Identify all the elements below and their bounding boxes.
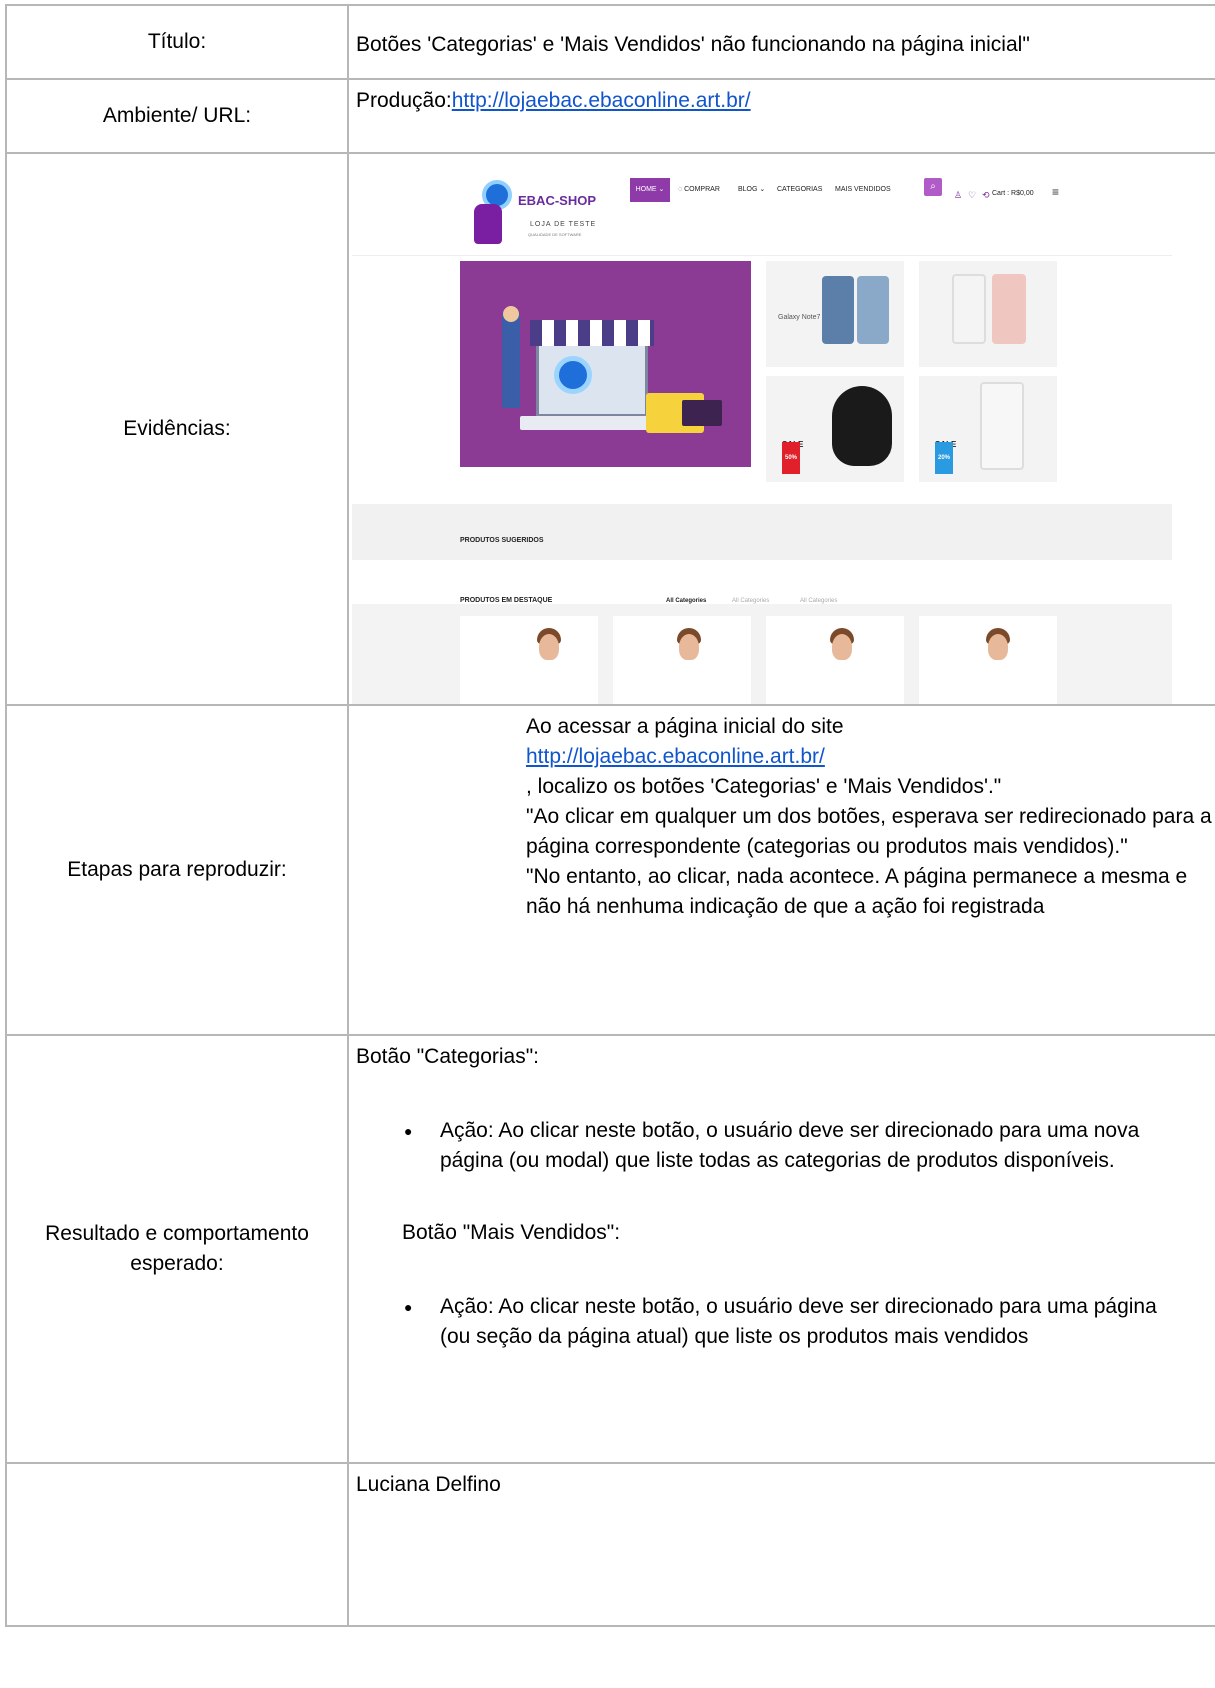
steps-label: Etapas para reproduzir: [5, 704, 349, 1036]
author-label [5, 1462, 349, 1627]
title-value[interactable]: Botões 'Categorias' e 'Mais Vendidos' nã… [347, 4, 1215, 80]
product-card [919, 616, 1057, 704]
result-label: Resultado e comportamento esperado: [5, 1034, 349, 1464]
model-face [539, 634, 559, 660]
model-face [988, 634, 1008, 660]
author-value[interactable]: Luciana Delfino [347, 1462, 1215, 1627]
sale-badge: 50% [782, 442, 801, 474]
user-icon: ♙ [954, 190, 963, 200]
environment-label: Ambiente/ URL: [5, 78, 349, 154]
row-environment: Ambiente/ URL: Produção:http://lojaebac.… [5, 78, 1215, 154]
hand-icon [474, 204, 502, 244]
result-bullet: Ação: Ao clicar neste botão, o usuário d… [404, 1292, 1215, 1352]
search-icon: ⌕ [924, 178, 942, 196]
bug-report-document: Título: Botões 'Categorias' e 'Mais Vend… [0, 0, 1215, 1688]
nav-comprar: ◌ COMPRAR [678, 186, 720, 193]
steps-url-link[interactable]: http://lojaebac.ebaconline.art.br/ [526, 745, 825, 768]
credit-card-icon [682, 400, 722, 426]
evidence-cell: EBAC-SHOP LOJA DE TESTE QUALIDADE DE SOF… [347, 152, 1215, 706]
evidence-label: Evidências: [5, 152, 349, 706]
cart-summary: Cart : R$0,00 [992, 190, 1034, 197]
row-evidence: Evidências: EBAC-SHOP LOJA DE TESTE QUAL… [5, 152, 1215, 706]
galaxy-label: Galaxy Note7 [778, 314, 821, 321]
bug-report-table: Título: Botões 'Categorias' e 'Mais Vend… [5, 4, 1215, 1627]
row-title: Título: Botões 'Categorias' e 'Mais Vend… [5, 4, 1215, 80]
sale-badge: 20% [935, 442, 954, 474]
steps-line: "No entanto, ao clicar, nada acontece. A… [526, 865, 1188, 918]
store-logo-icon [554, 356, 592, 394]
model-face [832, 634, 852, 660]
laptop-illustration [536, 343, 648, 417]
suggested-heading: PRODUTOS SUGERIDOS [460, 537, 544, 544]
result-list: Ação: Ao clicar neste botão, o usuário d… [356, 1292, 1215, 1352]
shop-tagline-small: QUALIDADE DE SOFTWARE [528, 232, 582, 237]
phone-image [822, 276, 854, 344]
result-value[interactable]: Botão "Categorias": Ação: Ao clicar nest… [347, 1034, 1215, 1464]
phone-image [980, 382, 1024, 470]
nav-categorias: CATEGORIAS [777, 186, 823, 193]
environment-value[interactable]: Produção:http://lojaebac.ebaconline.art.… [347, 78, 1215, 154]
nav-mais-vendidos: MAIS VENDIDOS [835, 186, 891, 193]
row-result: Resultado e comportamento esperado: Botã… [5, 1034, 1215, 1464]
steps-line: , localizo os botões 'Categorias' e 'Mai… [526, 775, 1002, 798]
evidence-screenshot: EBAC-SHOP LOJA DE TESTE QUALIDADE DE SOF… [352, 168, 1172, 704]
result-heading-mais-vendidos: Botão "Mais Vendidos": [402, 1221, 621, 1244]
row-steps: Etapas para reproduzir: Ao acessar a pág… [5, 704, 1215, 1036]
person-illustration [502, 308, 520, 408]
person-head [503, 306, 519, 322]
result-bullet: Ação: Ao clicar neste botão, o usuário d… [404, 1116, 1215, 1176]
row-author: Luciana Delfino [5, 1462, 1215, 1627]
result-heading-categorias: Botão "Categorias": [356, 1045, 540, 1068]
product-card [460, 616, 598, 704]
title-label: Título: [5, 4, 349, 80]
environment-prefix: Produção: [356, 89, 452, 112]
steps-line: "Ao clicar em qualquer um dos botões, es… [526, 805, 1212, 858]
nav-home: HOME ⌄ [630, 178, 670, 202]
phone-image [952, 274, 986, 344]
environment-url-link[interactable]: http://lojaebac.ebaconline.art.br/ [452, 89, 751, 112]
menu-icon: ≡ [1052, 185, 1060, 199]
nav-blog: BLOG ⌄ [738, 186, 766, 193]
phone-image [857, 276, 889, 344]
store-awning [530, 320, 654, 346]
tile-iphone [919, 261, 1057, 367]
phone-image [992, 274, 1026, 344]
steps-value[interactable]: Ao acessar a página inicial do site http… [347, 704, 1215, 1036]
headphones-image [832, 386, 892, 466]
compare-icon: ⟲ [982, 190, 990, 200]
model-face [679, 634, 699, 660]
wishlist-icon: ♡ [968, 190, 977, 200]
steps-line: Ao acessar a página inicial do site [526, 715, 844, 738]
result-list: Ação: Ao clicar neste botão, o usuário d… [356, 1116, 1215, 1176]
